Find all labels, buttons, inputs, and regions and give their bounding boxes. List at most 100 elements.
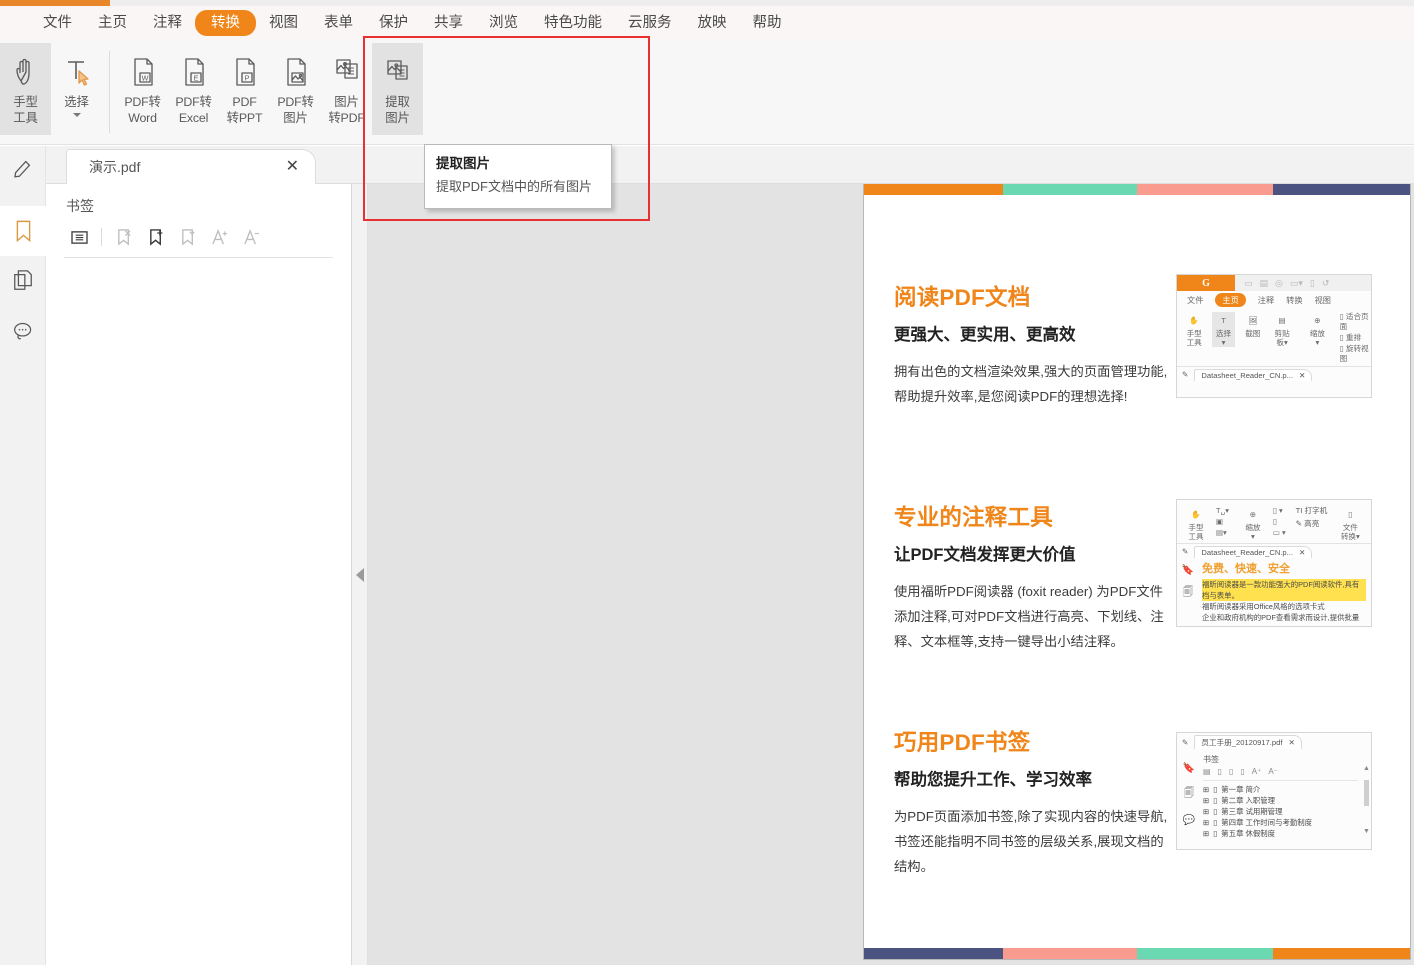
menu-tab-1[interactable]: 主页: [85, 10, 140, 36]
close-icon[interactable]: ✕: [286, 159, 305, 175]
menu-tab-5[interactable]: 表单: [311, 10, 366, 36]
document-tab-name: 演示.pdf: [89, 159, 141, 175]
font-decrease-button[interactable]: [237, 224, 267, 250]
ribbon-menubar: 文件 主页 注释 转换 视图 表单 保护 共享 浏览 特色功能 云服务 放映 帮助: [0, 6, 1414, 40]
menu-tab-4[interactable]: 视图: [256, 10, 311, 36]
thumb-quick-icons: ▭ ▤ ◎ ▭▾ ▯ ↺: [1244, 277, 1330, 288]
edit-pencil-icon: [13, 160, 30, 178]
page-bottom-color-bars: [864, 948, 1410, 959]
thumb-rail: 🔖 🗐 💬: [1177, 751, 1201, 839]
edit-pencil-icon: ✎: [1182, 547, 1189, 556]
ribbon-button-image-to-pdf[interactable]: 图片转PDF: [321, 43, 372, 135]
bookmark-panel-title: 书签: [66, 198, 94, 214]
thumb-tool: T 选择 ▾: [1212, 312, 1235, 347]
close-icon: ✕: [1298, 547, 1306, 557]
thumb-file-name: Datasheet_Reader_CN.p...: [1201, 370, 1293, 380]
menu-tab-10[interactable]: 云服务: [615, 10, 685, 36]
ribbon-button-label: Excel: [178, 111, 209, 125]
section-body: 拥有出色的文档渲染效果,强大的页面管理功能,帮助提升效率,是您阅读PDF的理想选…: [894, 364, 1168, 404]
rail-item-edit-pencil[interactable]: [0, 146, 45, 190]
bookmark-icon: [16, 220, 30, 243]
menu-tab-9[interactable]: 特色功能: [531, 10, 615, 36]
bookmark-panel-toolbar: [46, 224, 351, 257]
toolbar-divider: [101, 228, 102, 246]
menu-tab-6[interactable]: 保护: [366, 10, 421, 36]
thumb-file-tab: Datasheet_Reader_CN.p... ✕: [1194, 545, 1313, 558]
edit-pencil-icon: ✎: [1182, 370, 1189, 379]
thumb-doc-heading: 免费、快速、安全: [1202, 563, 1290, 575]
ribbon-button-extract-images[interactable]: 提取 图片: [372, 43, 423, 135]
thumb-icon-column: T␣▾ ▣ ▤▾: [1216, 506, 1229, 537]
thumb-tool: ▤ 剪贴 板▾: [1274, 316, 1290, 347]
bookmark-list-view-button[interactable]: [64, 224, 94, 250]
bookmark-icon: 🔖: [1181, 565, 1195, 576]
rail-item-pages[interactable]: [0, 256, 46, 306]
ribbon-button-pdf-to-ppt[interactable]: P PDF 转PPT: [219, 43, 270, 135]
ribbon-button-pdf-to-excel[interactable]: E PDF转 Excel: [168, 43, 219, 135]
thumb-icon-column: ▯ ▾ ▯ ▭ ▾: [1272, 506, 1286, 537]
thumbnail-bookmark-panel: ✎ 员工手册_20120917.pdf ✕ 🔖 🗐 💬 书签 ▤ ▯ ▯ ▯ A…: [1176, 732, 1372, 850]
ribbon-button-label: PDF转: [277, 95, 314, 109]
ribbon-button-select-text[interactable]: 选择: [51, 43, 102, 135]
ribbon-toolbar: 手型 工具 选择 W PDF转 Word E PDF转 Excel P PDF 转PPT PDF转 图片图…: [0, 40, 1414, 145]
thumb-bookmark-item: ⊞ ▯ 第三章 试用期管理: [1203, 807, 1283, 816]
pdf-to-word-icon: W: [128, 50, 158, 94]
pdf-to-ppt-icon: P: [230, 50, 260, 94]
bookmark-add-icon: [149, 228, 162, 246]
ribbon-button-hand-tool[interactable]: 手型 工具: [0, 43, 51, 135]
thumb-menu-item: ▯ 重排: [1339, 333, 1362, 342]
thumb-doc-line: 福昕阅读器是一款功能强大的PDF阅读软件,具有档与表单。: [1202, 579, 1366, 601]
thumb-bookmark-item: ⊞ ▯ 第四章 工作时间与考勤制度: [1203, 818, 1313, 827]
menu-tab-12[interactable]: 帮助: [740, 10, 795, 36]
thumb-bookmark-item: ⊞ ▯ 第五章 休假制度: [1203, 829, 1276, 838]
bookmark-delete-button[interactable]: [109, 224, 139, 250]
menu-tab-11[interactable]: 放映: [685, 10, 740, 36]
ribbon-button-label: 选择: [64, 95, 89, 109]
ribbon-button-label: 转PDF: [328, 111, 365, 125]
ribbon-button-pdf-to-word[interactable]: W PDF转 Word: [117, 43, 168, 135]
rail-item-bookmark[interactable]: [0, 206, 46, 256]
ribbon-button-label: 图片: [283, 111, 308, 125]
chevron-down-icon[interactable]: [72, 113, 81, 117]
pages-icon: 🗐: [1184, 788, 1194, 799]
thumb-menu-list: ▯ 适合页面 ▯ 重排 ▯ 旋转视图: [1340, 312, 1371, 364]
thumb-bookmark-toolbar: ▤ ▯ ▯ ▯ A⁺ A⁻: [1203, 766, 1358, 781]
panel-splitter[interactable]: [352, 184, 368, 965]
svg-text:W: W: [141, 73, 148, 82]
select-text-icon: [62, 50, 92, 94]
menu-tab-2[interactable]: 注释: [140, 10, 195, 36]
ribbon-button-label: 转PPT: [226, 111, 263, 125]
ribbon-button-label: 图片: [385, 111, 410, 125]
rail-item-comments[interactable]: [0, 306, 46, 356]
thumb-doc-preview: 免费、快速、安全 福昕阅读器是一款功能强大的PDF阅读软件,具有档与表单。 福昕…: [1199, 559, 1371, 623]
bookmark-expand-icon: [181, 228, 195, 245]
pages-icon: 🗐: [1183, 587, 1193, 598]
pdf-viewer-workspace[interactable]: 阅读PDF文档 更强大、更实用、更高效 拥有出色的文档渲染效果,强大的页面管理功…: [368, 184, 1414, 965]
svg-text:P: P: [244, 73, 249, 82]
collapse-panel-icon[interactable]: [356, 568, 364, 582]
menu-tab-8[interactable]: 浏览: [476, 10, 531, 36]
document-tab[interactable]: 演示.pdf ✕: [66, 149, 316, 184]
menu-tab-7[interactable]: 共享: [421, 10, 476, 36]
menu-tab-3[interactable]: 转换: [195, 10, 256, 36]
thumb-tab: 视图: [1314, 295, 1331, 305]
thumb-panel-title: 书签: [1203, 755, 1219, 764]
ribbon-button-label: 图片: [334, 95, 359, 109]
thumb-tools: ✋ 手型 工具 T 选择 ▾ 🖼 截图 ▤ 剪贴 板▾ ⊕ 缩放 ▾ ▯ 适合页面 ▯ 重排 ▯ 旋转…: [1177, 308, 1371, 366]
thumb-tool: ✋ 手型 工具: [1186, 316, 1202, 347]
bookmark-expand-button[interactable]: [173, 224, 203, 250]
bookmark-add-button[interactable]: [141, 224, 171, 250]
tooltip-title: 提取图片: [436, 156, 490, 171]
bookmark-panel: 书签: [46, 184, 352, 965]
extract-images-tooltip: 提取图片 提取PDF文档中的所有图片: [424, 144, 612, 209]
thumb-tools: ✋ 手型 工具 T␣▾ ▣ ▤▾ ⊕ 缩放 ▾ ▯ ▾ ▯ ▭ ▾ TI 打字机 ✎ 高亮 ▯ 文件…: [1177, 500, 1371, 543]
font-increase-button[interactable]: [205, 224, 235, 250]
image-to-pdf-icon: [332, 50, 362, 94]
ribbon-button-pdf-to-image[interactable]: PDF转图片: [270, 43, 321, 135]
menu-tab-0[interactable]: 文件: [30, 10, 85, 36]
bookmark-icon: 🔖: [1182, 763, 1196, 774]
thumb-doc-line: 福昕阅读器采用Office风格的选项卡式: [1202, 602, 1325, 611]
thumb-file-tab: 员工手册_20120917.pdf ✕: [1194, 735, 1302, 749]
section-body: 使用福昕PDF阅读器 (foxit reader) 为PDF文件添加注释,可对P…: [894, 584, 1164, 649]
foxit-pdf-reader-window: 文件 主页 注释 转换 视图 表单 保护 共享 浏览 特色功能 云服务 放映 帮助 手型 工具 选择 W PDF…: [0, 0, 1414, 965]
